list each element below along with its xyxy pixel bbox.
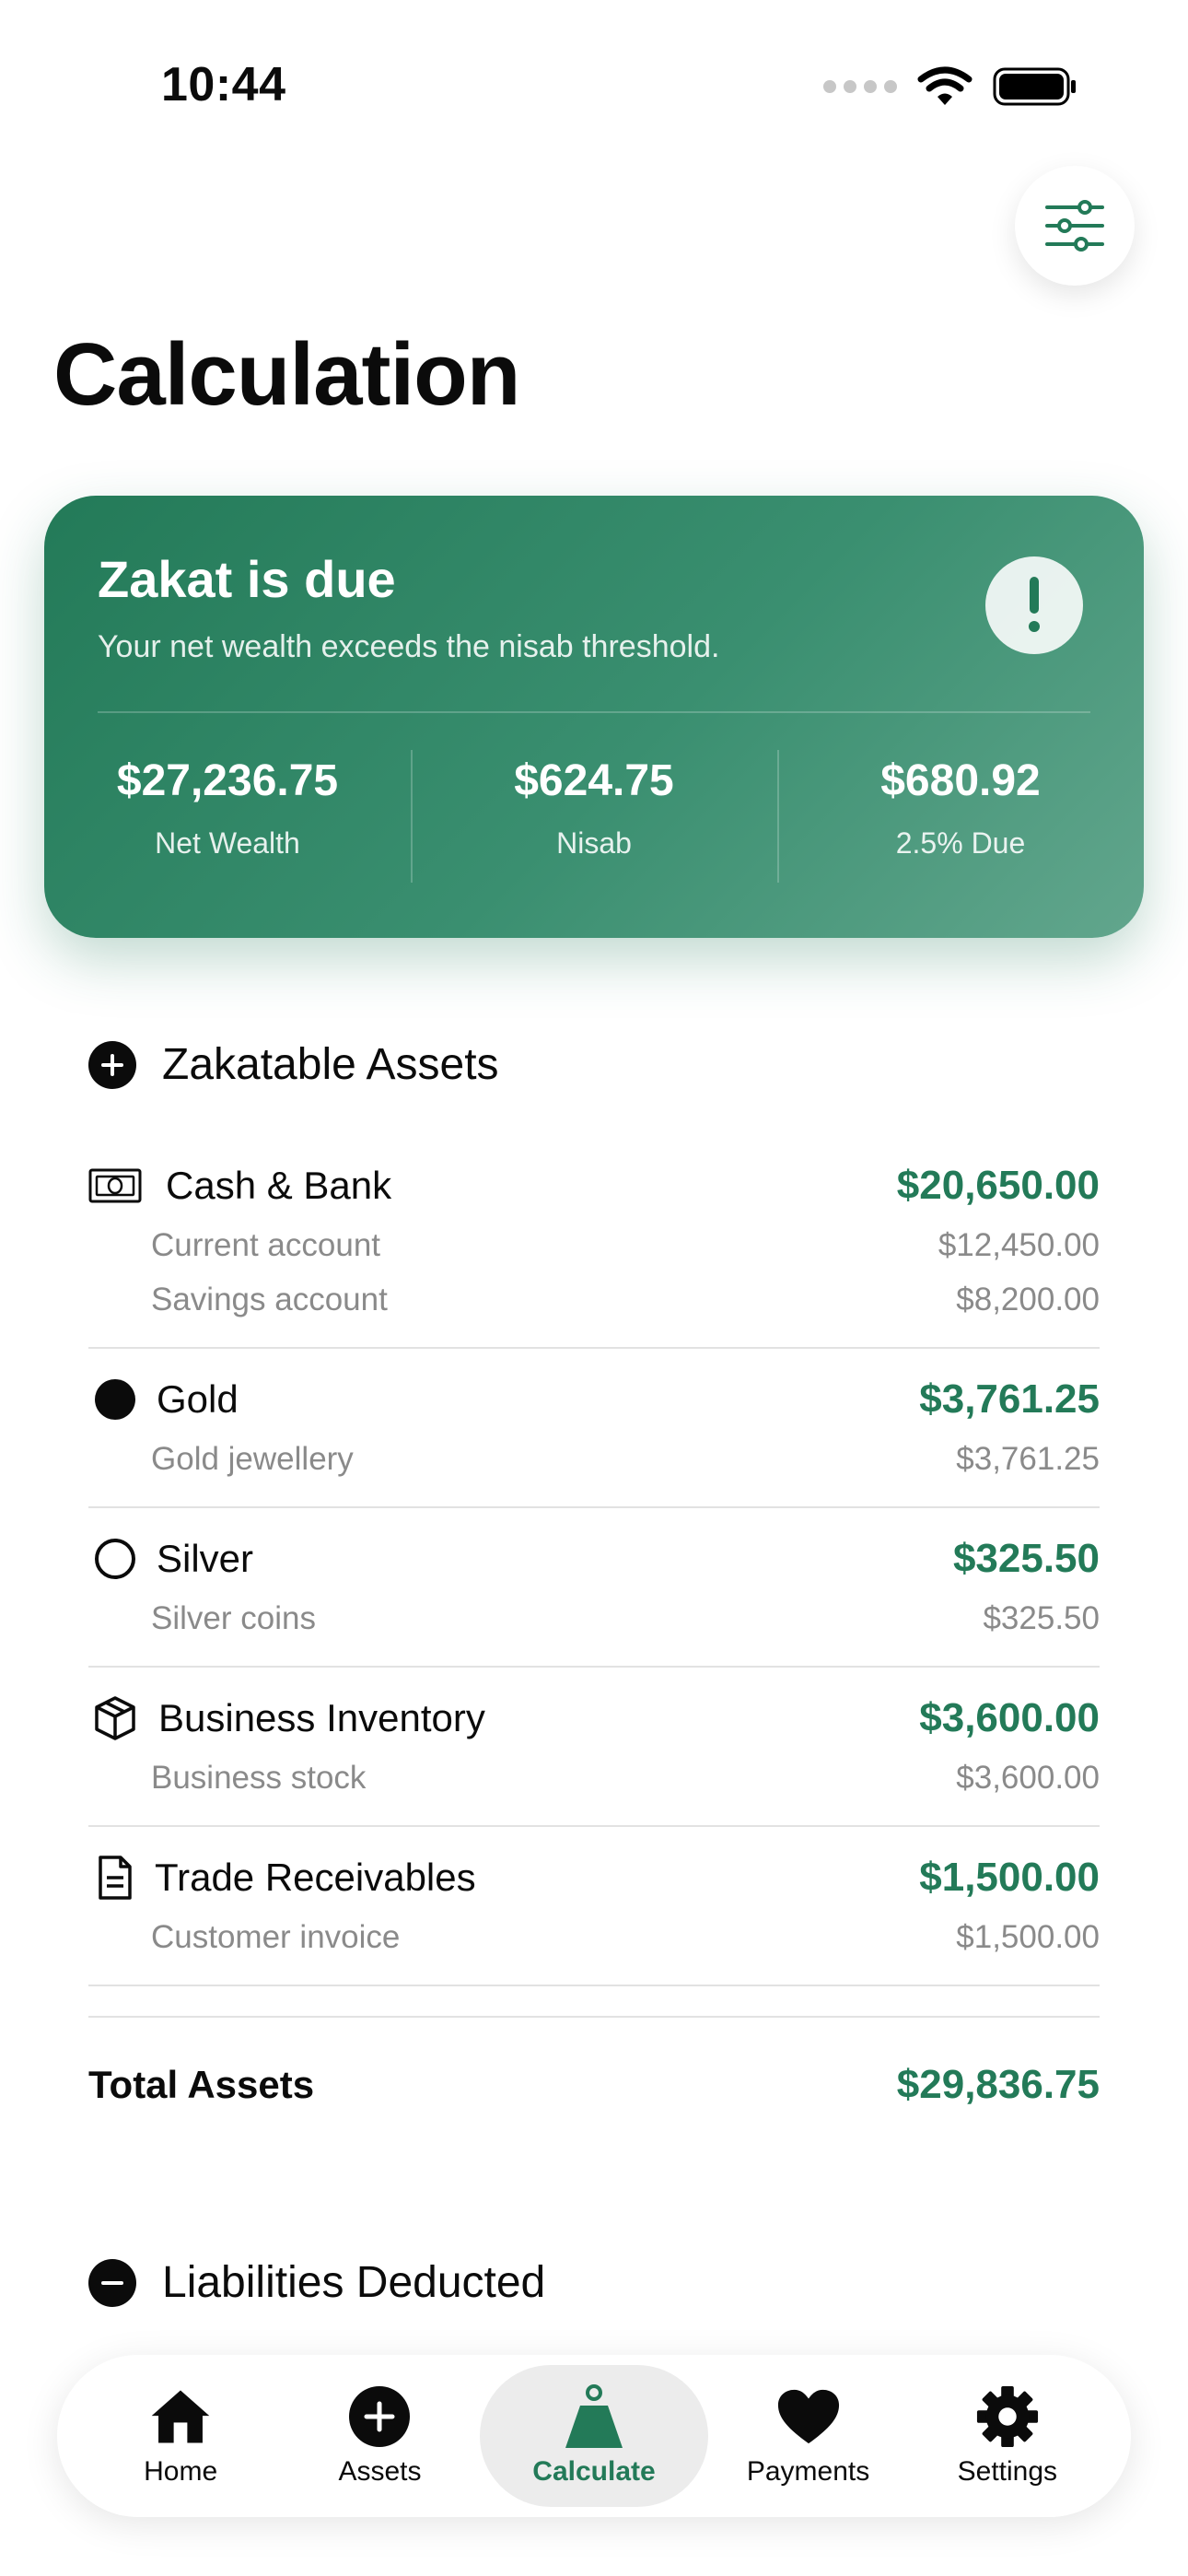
section-title: Liabilities Deducted [162,2258,546,2307]
sliders-icon [1045,200,1104,252]
box-icon [88,1692,142,1745]
stat-net-wealth: $27,236.75 Net Wealth [44,755,411,861]
outline-circle-icon [88,1532,142,1586]
cellular-signal-icon [823,80,897,93]
asset-group-cash-bank[interactable]: Cash & Bank $20,650.00 Current account $… [88,1135,1100,1349]
asset-group-gold[interactable]: Gold $3,761.25 Gold jewellery $3,761.25 [88,1349,1100,1508]
stat-due: $680.92 2.5% Due [777,750,1144,883]
asset-item-label: Current account [151,1226,381,1263]
document-icon [88,1851,142,1904]
tab-payments[interactable]: Payments [708,2365,907,2507]
stat-label: 2.5% Due [895,826,1026,860]
status-time: 10:44 [161,58,286,111]
asset-group-name: Cash & Bank [166,1164,392,1207]
asset-item: Current account $12,450.00 [88,1218,1100,1272]
filter-button[interactable] [1015,166,1135,286]
asset-item-label: Savings account [151,1281,388,1317]
weight-icon [562,2384,626,2449]
asset-item: Customer invoice $1,500.00 [88,1910,1100,1964]
asset-item: Savings account $8,200.00 [88,1272,1100,1327]
asset-group-name: Silver [157,1537,254,1580]
summary-stats: $27,236.75 Net Wealth $624.75 Nisab $680… [44,750,1144,883]
asset-item-value: $3,761.25 [956,1440,1100,1477]
asset-group-total: $20,650.00 [896,1163,1100,1208]
asset-group-total: $325.50 [952,1536,1100,1581]
zakat-summary-card: Zakat is due Your net wealth exceeds the… [44,496,1144,938]
status-bar: 10:44 [0,0,1188,175]
asset-item-value: $1,500.00 [956,1918,1100,1955]
tab-label: Assets [338,2456,422,2487]
tab-label: Calculate [532,2456,656,2487]
asset-item-label: Customer invoice [151,1918,401,1955]
summary-subtitle: Your net wealth exceeds the nisab thresh… [98,629,720,664]
page-title: Calculation [53,325,520,424]
exclamation-icon [985,556,1083,654]
asset-item-label: Silver coins [151,1599,316,1636]
banknote-icon [88,1159,142,1212]
asset-item-label: Gold jewellery [151,1440,354,1477]
home-icon [148,2384,213,2449]
plus-circle-icon [347,2384,412,2449]
total-divider [88,2016,1100,2018]
tab-assets[interactable]: Assets [280,2365,479,2507]
zakatable-asset-list: Cash & Bank $20,650.00 Current account $… [88,1135,1100,1986]
minus-circle-icon [88,2258,136,2307]
total-assets-value: $29,836.75 [896,2062,1100,2107]
asset-group-name: Trade Receivables [155,1856,476,1899]
asset-item: Gold jewellery $3,761.25 [88,1432,1100,1486]
asset-group-total: $1,500.00 [919,1855,1100,1900]
asset-item-value: $3,600.00 [956,1759,1100,1796]
gear-icon [975,2384,1040,2449]
plus-circle-icon [88,1040,136,1089]
stat-value: $624.75 [514,756,674,805]
stat-value: $27,236.75 [116,756,339,805]
heart-icon [776,2384,841,2449]
asset-group-total: $3,600.00 [919,1695,1100,1740]
wifi-icon [917,66,973,105]
zakatable-assets-header: Zakatable Assets [88,1039,499,1090]
filled-circle-icon [88,1373,142,1426]
bottom-tab-bar: Home Assets Calculate Payments Settings [57,2355,1131,2517]
liabilities-header: Liabilities Deducted [88,2257,545,2308]
section-title: Zakatable Assets [162,1040,499,1089]
card-divider [98,711,1090,713]
asset-item-value: $8,200.00 [956,1281,1100,1317]
tab-calculate[interactable]: Calculate [479,2365,709,2507]
asset-item: Business stock $3,600.00 [88,1751,1100,1805]
tab-label: Home [144,2456,218,2487]
tab-label: Settings [957,2456,1058,2487]
asset-group-name: Gold [157,1377,239,1421]
stat-value: $680.92 [880,756,1041,805]
tab-label: Payments [746,2456,870,2487]
asset-group-name: Business Inventory [158,1696,485,1739]
asset-item: Silver coins $325.50 [88,1591,1100,1645]
battery-icon [993,67,1076,106]
tab-settings[interactable]: Settings [908,2365,1107,2507]
asset-group-trade-receivables[interactable]: Trade Receivables $1,500.00 Customer inv… [88,1827,1100,1986]
total-assets-row: Total Assets $29,836.75 [88,2062,1100,2108]
asset-item-label: Business stock [151,1759,367,1796]
stat-label: Net Wealth [155,826,300,860]
stat-label: Nisab [556,826,632,860]
tab-home[interactable]: Home [81,2365,280,2507]
asset-group-silver[interactable]: Silver $325.50 Silver coins $325.50 [88,1508,1100,1668]
asset-item-value: $325.50 [983,1599,1100,1636]
status-icons [823,66,1077,107]
summary-title: Zakat is due [98,550,396,608]
stat-nisab: $624.75 Nisab [411,750,777,883]
asset-item-value: $12,450.00 [938,1226,1100,1263]
asset-group-business-inventory[interactable]: Business Inventory $3,600.00 Business st… [88,1668,1100,1827]
asset-group-total: $3,761.25 [919,1376,1100,1422]
total-assets-label: Total Assets [88,2063,315,2106]
